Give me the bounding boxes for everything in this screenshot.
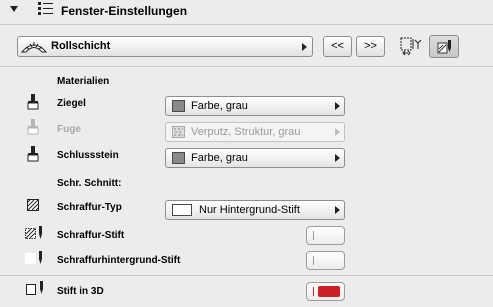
panel-title: Fenster-Einstellungen: [61, 4, 188, 18]
pen-3d-label: Stift in 3D: [57, 286, 104, 297]
section-divider: [0, 275, 493, 276]
texture-swatch-icon: [172, 126, 185, 138]
profile-dropdown[interactable]: Rollschicht: [17, 36, 313, 57]
hatch-type-value: Nur Hintergrund-Stift: [199, 204, 300, 216]
material-dropdown-schlussstein[interactable]: Farbe, grau: [165, 148, 345, 168]
hatch-orientation-button[interactable]: [429, 35, 459, 58]
hatch-background-pen-button[interactable]: [306, 251, 345, 270]
material-label-ziegel: Ziegel: [57, 98, 86, 109]
material-value: Farbe, grau: [191, 100, 248, 112]
hatch-icon: [27, 199, 39, 211]
materials-heading: Materialien: [57, 76, 110, 87]
material-label-schlussstein: Schlussstein: [57, 150, 119, 161]
hatch-type-label: Schraffur-Typ: [57, 202, 122, 213]
pen-swatch: [313, 231, 314, 240]
header-divider: [0, 24, 493, 25]
mirror-flip-icon[interactable]: [400, 37, 424, 57]
previous-button[interactable]: <<: [323, 36, 352, 57]
hatch-background-pen-icon: [25, 251, 42, 264]
pen-marker: [313, 287, 314, 296]
paintbrush-icon: [27, 146, 39, 162]
material-dropdown-fuge: Verputz, Struktur, grau: [165, 122, 345, 142]
chevron-right-icon: [302, 43, 307, 51]
chevron-right-icon: [335, 102, 340, 110]
hatch-swatch: [172, 204, 192, 216]
color-swatch: [172, 152, 185, 164]
cut-heading: Schr. Schnitt:: [57, 178, 122, 189]
hatch-type-dropdown[interactable]: Nur Hintergrund-Stift: [165, 200, 345, 220]
profile-label: Rollschicht: [51, 40, 111, 52]
paintbrush-icon: [27, 119, 39, 135]
material-value: Farbe, grau: [191, 152, 248, 164]
hatch-pen-button[interactable]: [306, 226, 345, 245]
hatch-background-pen-label: Schraffurhintergrund-Stift: [57, 255, 181, 266]
paintbrush-icon: [27, 94, 39, 110]
settings-list-icon: [38, 2, 53, 15]
chevron-right-icon: [335, 154, 340, 162]
next-button[interactable]: >>: [356, 36, 385, 57]
hatch-pen-icon: [25, 226, 42, 239]
collapse-arrow-icon[interactable]: [10, 6, 18, 12]
pen-hatch-icon: [437, 40, 451, 54]
chevron-right-icon: [335, 128, 340, 136]
color-swatch: [172, 100, 185, 112]
pen-3d-button[interactable]: [306, 282, 345, 301]
material-label-fuge: Fuge: [57, 124, 81, 135]
hatch-pen-label: Schraffur-Stift: [57, 230, 125, 241]
pen-color-swatch: [318, 286, 340, 297]
section-divider: [0, 66, 493, 67]
pen-3d-icon: [26, 281, 43, 295]
arch-brick-icon: [21, 42, 47, 53]
material-dropdown-ziegel[interactable]: Farbe, grau: [165, 96, 345, 116]
pen-swatch: [313, 256, 314, 265]
chevron-right-icon: [335, 206, 340, 214]
material-value: Verputz, Struktur, grau: [191, 126, 301, 138]
